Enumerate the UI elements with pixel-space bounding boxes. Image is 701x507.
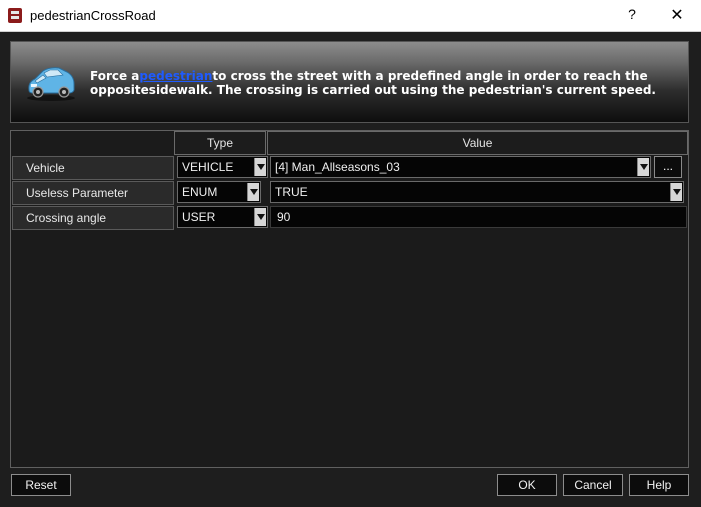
type-select-value: VEHICLE (182, 160, 234, 174)
value-select-text: TRUE (275, 185, 308, 199)
ok-button[interactable]: OK (497, 474, 557, 496)
chevron-down-icon[interactable] (670, 183, 682, 201)
car-icon (27, 67, 75, 101)
help-button[interactable]: Help (629, 474, 689, 496)
help-icon[interactable]: ? (622, 6, 642, 26)
type-select-vehicle[interactable]: VEHICLE (177, 156, 268, 178)
table-row: Crossing angle USER 90 (11, 206, 688, 230)
table-row: Useless Parameter ENUM TRUE (11, 181, 688, 205)
chevron-down-icon[interactable] (254, 208, 266, 226)
value-select-useless-parameter[interactable]: TRUE (270, 181, 684, 203)
type-select-value: ENUM (182, 185, 218, 199)
description-text: Force apedestrianto cross the street wit… (90, 69, 680, 97)
row-label-crossing-angle: Crossing angle (12, 206, 174, 230)
value-select-vehicle[interactable]: [4] Man_Allseasons_03 (270, 156, 651, 178)
description-banner: Force apedestrianto cross the street wit… (10, 41, 689, 123)
type-select-value: USER (182, 210, 216, 224)
type-column-header: Type (174, 131, 266, 155)
chevron-down-icon[interactable] (247, 183, 259, 201)
window-title: pedestrianCrossRoad (30, 8, 156, 23)
type-select-crossing-angle[interactable]: USER (177, 206, 268, 228)
browse-button[interactable]: ... (654, 156, 682, 178)
value-column-header: Value (267, 131, 688, 155)
pedestrian-link[interactable]: pedestrian (139, 69, 212, 83)
cancel-button[interactable]: Cancel (563, 474, 623, 496)
reset-button[interactable]: Reset (11, 474, 71, 496)
parameter-table: Type Value Vehicle VEHICLE [4] Man_Allse… (10, 130, 689, 468)
row-label-vehicle: Vehicle (12, 156, 174, 180)
type-select-useless-parameter[interactable]: ENUM (177, 181, 261, 203)
value-select-text: [4] Man_Allseasons_03 (275, 160, 400, 174)
table-row: Vehicle VEHICLE [4] Man_Allseasons_03 ..… (11, 156, 688, 180)
description-prefix: Force a (90, 69, 140, 83)
row-label-useless-parameter: Useless Parameter (12, 181, 174, 205)
close-icon[interactable]: ✕ (664, 4, 690, 28)
crossing-angle-input[interactable]: 90 (270, 206, 687, 228)
chevron-down-icon[interactable] (637, 158, 649, 176)
title-bar: pedestrianCrossRoad ? ✕ (0, 0, 701, 32)
chevron-down-icon[interactable] (254, 158, 266, 176)
app-icon (8, 8, 22, 23)
